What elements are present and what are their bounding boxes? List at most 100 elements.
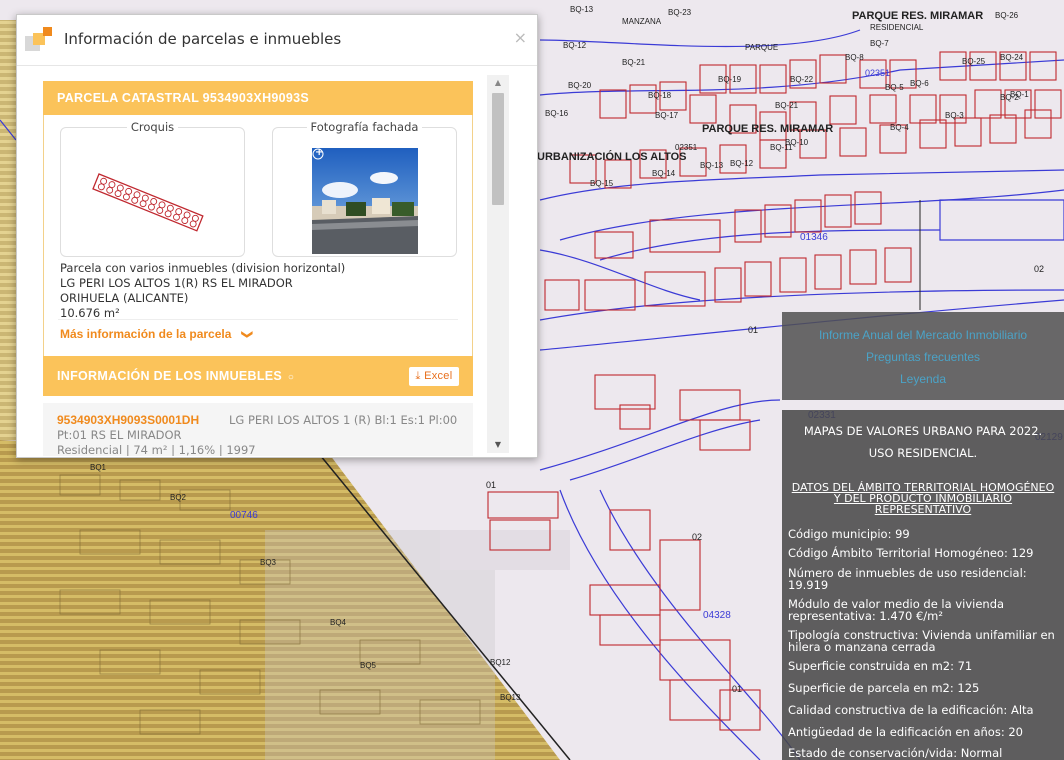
foto-box: Fotografía fachada + <box>272 120 457 257</box>
svg-text:01: 01 <box>748 325 758 335</box>
svg-text:BQ-23: BQ-23 <box>668 8 692 17</box>
codigo-ambito: Código Ámbito Territorial Homogéneo: 129 <box>788 546 1034 560</box>
panel-title-2: USO RESIDENCIAL. <box>868 446 978 460</box>
svg-text:02351: 02351 <box>865 68 890 78</box>
svg-text:BQ-12: BQ-12 <box>730 159 754 168</box>
svg-text:BQ-26: BQ-26 <box>995 11 1019 20</box>
inmuebles-header: INFORMACIÓN DE LOS INMUEBLES ○ ⤓ Excel <box>43 356 473 396</box>
superficie-construida: Superficie construida en m2: 71 <box>788 659 973 673</box>
svg-text:PARQUE: PARQUE <box>745 43 778 52</box>
estado-conservacion: Estado de conservación/vida: Normal <box>788 746 1003 760</box>
svg-text:BQ-8: BQ-8 <box>845 53 864 62</box>
more-info-label: Más información de la parcela <box>60 327 232 341</box>
svg-text:BQ-5: BQ-5 <box>885 83 904 92</box>
tipologia-value: hilera o manzana cerrada <box>788 640 936 654</box>
svg-text:BQ-1: BQ-1 <box>1010 90 1029 99</box>
scroll-up-icon[interactable]: ▲ <box>487 75 509 91</box>
svg-text:02: 02 <box>1034 264 1044 274</box>
modulo-valor: Módulo de valor medio de la vivienda rep… <box>788 598 1062 622</box>
dialog-header[interactable]: Información de parcelas e inmuebles × <box>17 15 537 66</box>
svg-text:BQ12: BQ12 <box>490 658 511 667</box>
parcel-municipality: ORIHUELA (ALICANTE) <box>60 291 189 305</box>
svg-text:PARQUE RES. MIRAMAR: PARQUE RES. MIRAMAR <box>852 10 983 22</box>
excel-label: Excel <box>424 370 453 382</box>
chevron-down-icon: ❯ <box>240 329 253 340</box>
facade-photo[interactable] <box>312 148 418 254</box>
inmuebles-title: INFORMACIÓN DE LOS INMUEBLES ○ <box>57 369 294 383</box>
parcel-info-dialog[interactable]: Información de parcelas e inmuebles × PA… <box>16 14 538 458</box>
svg-text:BQ-17: BQ-17 <box>655 111 679 120</box>
calidad-constructiva: Calidad constructiva de la edificación: … <box>788 703 1034 717</box>
svg-text:BQ-21: BQ-21 <box>775 101 799 110</box>
svg-text:01: 01 <box>486 480 496 490</box>
modulo-valor-value: representativa: 1.470 €/m² <box>788 609 943 623</box>
panel-subtitle: DATOS DEL ÁMBITO TERRITORIAL HOMOGÉNEO Y… <box>782 482 1064 515</box>
scroll-down-icon[interactable]: ▼ <box>487 437 509 453</box>
svg-text:02: 02 <box>692 532 702 542</box>
inmueble-meta: Residencial | 74 m² | 1,16% | 1997 <box>57 443 256 456</box>
close-icon[interactable]: × <box>514 28 527 47</box>
more-info-link[interactable]: Más información de la parcela ❯ <box>60 327 253 341</box>
download-icon: ⤓ <box>415 370 421 382</box>
svg-text:BQ5: BQ5 <box>360 661 377 670</box>
svg-text:BQ-16: BQ-16 <box>545 109 569 118</box>
valores-info-panel: MAPAS DE VALORES URBANO PARA 2022. USO R… <box>782 410 1064 760</box>
svg-text:BQ2: BQ2 <box>170 493 187 502</box>
svg-text:BQ-3: BQ-3 <box>945 111 964 120</box>
informe-anual-link[interactable]: Informe Anual del Mercado Inmobiliario <box>782 328 1064 342</box>
zoom-icon[interactable]: + <box>315 147 323 158</box>
svg-text:04328: 04328 <box>703 610 731 621</box>
svg-text:BQ4: BQ4 <box>330 618 347 627</box>
svg-text:MANZANA: MANZANA <box>622 17 662 26</box>
svg-text:BQ13: BQ13 <box>500 693 521 702</box>
inmueble-address: LG PERI LOS ALTOS 1 (R) Bl:1 Es:1 Pl:00 <box>229 413 458 427</box>
scroll-thumb[interactable] <box>492 93 504 205</box>
parcel-type: Parcela con varios inmuebles (division h… <box>60 261 346 275</box>
divider <box>58 319 458 320</box>
parcel-details: Parcela con varios inmuebles (division h… <box>60 261 345 321</box>
svg-text:PARQUE RES. MIRAMAR: PARQUE RES. MIRAMAR <box>702 123 833 135</box>
comment-icon: ○ <box>287 372 295 383</box>
inmueble-ref-link[interactable]: 9534903XH9093S0001DH <box>57 413 199 427</box>
svg-text:BQ-19: BQ-19 <box>718 75 742 84</box>
svg-text:BQ-20: BQ-20 <box>568 81 592 90</box>
svg-text:BQ-24: BQ-24 <box>1000 53 1024 62</box>
numero-inmuebles-value: 19.919 <box>788 578 829 592</box>
dialog-scrollbar[interactable]: ▲ ▼ <box>487 75 509 453</box>
parcela-header: PARCELA CATASTRAL 9534903XH9093S <box>43 81 473 115</box>
svg-text:BQ-13: BQ-13 <box>570 5 594 14</box>
svg-text:BQ-21: BQ-21 <box>622 58 646 67</box>
svg-text:BQ-7: BQ-7 <box>870 39 889 48</box>
inmueble-row[interactable]: 9534903XH9093S0001DH LG PERI LOS ALTOS 1… <box>43 403 473 456</box>
dialog-body: PARCELA CATASTRAL 9534903XH9093S Croquis <box>41 81 475 456</box>
dialog-title: Información de parcelas e inmuebles <box>64 30 342 48</box>
parcela-card: Croquis Fotografía fachada + Parcela con… <box>43 115 473 359</box>
svg-text:BQ-18: BQ-18 <box>648 91 672 100</box>
leyenda-link[interactable]: Leyenda <box>782 372 1064 386</box>
panel-title-1: MAPAS DE VALORES URBANO PARA 2022. <box>803 424 1043 438</box>
svg-text:BQ-14: BQ-14 <box>652 169 676 178</box>
svg-text:RESIDENCIAL: RESIDENCIAL <box>870 23 924 32</box>
codigo-municipio: Código municipio: 99 <box>788 527 910 541</box>
excel-export-button[interactable]: ⤓ Excel <box>409 367 459 386</box>
croquis-box: Croquis <box>60 120 245 257</box>
svg-text:BQ-13: BQ-13 <box>700 161 724 170</box>
svg-text:BQ3: BQ3 <box>260 558 277 567</box>
svg-text:BQ-15: BQ-15 <box>590 179 614 188</box>
links-panel: Informe Anual del Mercado Inmobiliario P… <box>782 312 1064 400</box>
svg-text:01346: 01346 <box>800 232 828 243</box>
svg-text:URBANIZACIÓN LOS ALTOS: URBANIZACIÓN LOS ALTOS <box>537 150 687 163</box>
superficie-parcela: Superficie de parcela en m2: 125 <box>788 681 980 695</box>
svg-text:02351: 02351 <box>675 143 698 152</box>
tipologia: Tipología constructiva: Vivienda unifami… <box>788 629 1062 653</box>
parcel-sketch-image[interactable] <box>61 128 244 256</box>
parcel-address: LG PERI LOS ALTOS 1(R) RS EL MIRADOR <box>60 276 293 290</box>
svg-text:BQ1: BQ1 <box>90 463 107 472</box>
svg-text:BQ-4: BQ-4 <box>890 123 909 132</box>
antiguedad: Antigüedad de la edificación en años: 20 <box>788 725 1023 739</box>
svg-text:BQ-12: BQ-12 <box>563 41 587 50</box>
numero-inmuebles-label: Número de inmuebles de uso residencial: <box>788 566 1027 580</box>
preguntas-frecuentes-link[interactable]: Preguntas frecuentes <box>782 350 1064 364</box>
svg-text:BQ-22: BQ-22 <box>790 75 814 84</box>
foto-label: Fotografía fachada <box>306 120 423 134</box>
